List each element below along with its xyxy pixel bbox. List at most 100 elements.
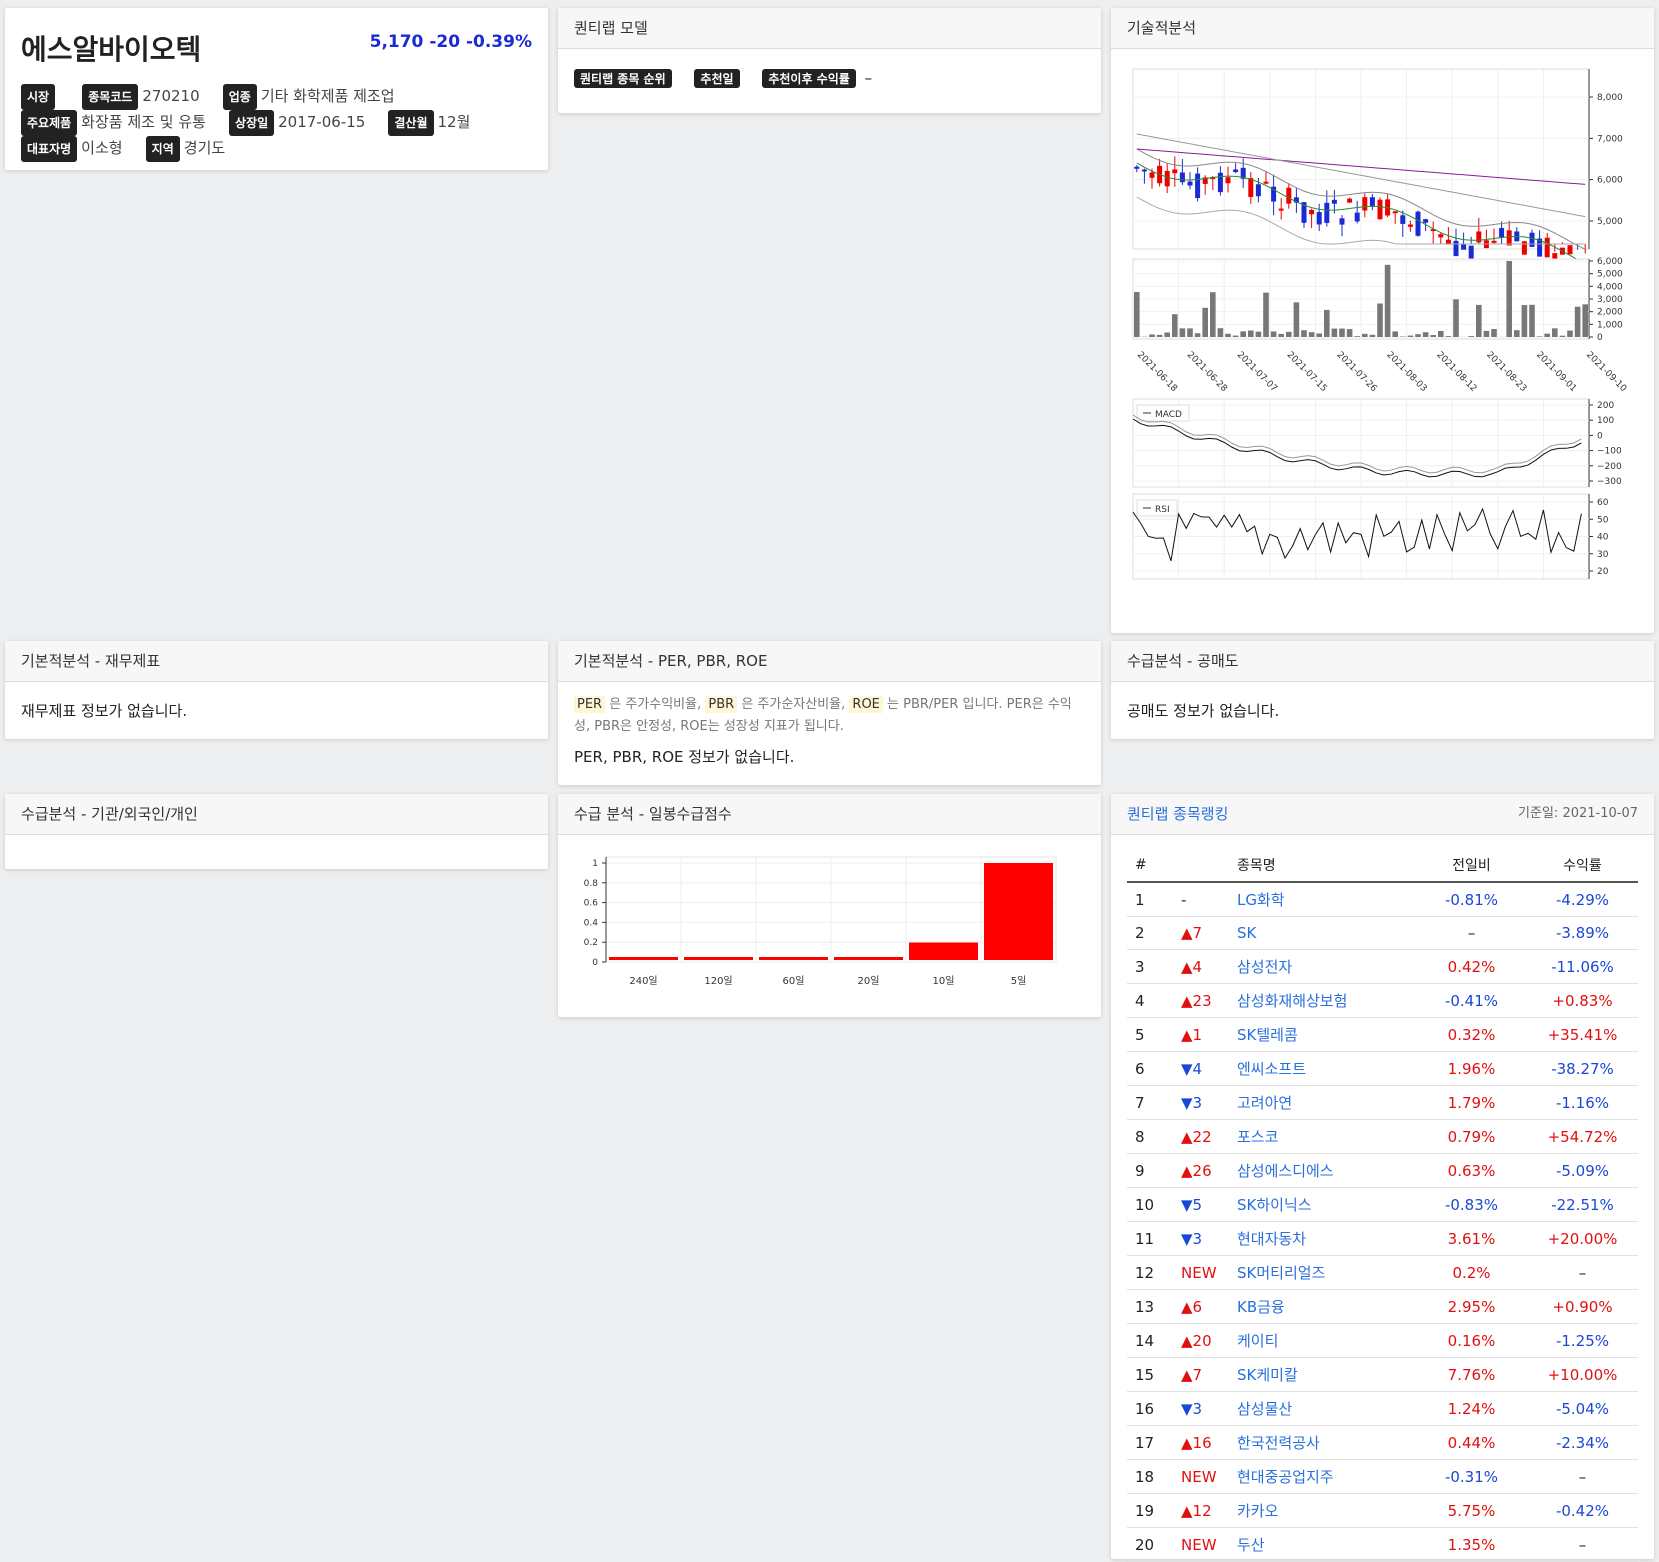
rank-change: NEW bbox=[1173, 1460, 1229, 1494]
table-row[interactable]: 4▲23삼성화재해상보험-0.41%+0.83% bbox=[1127, 984, 1638, 1018]
table-row[interactable]: 20NEW두산1.35%– bbox=[1127, 1528, 1638, 1562]
y-tick-label: 0.2 bbox=[584, 938, 598, 948]
listing-tag: 상장일 bbox=[229, 110, 274, 136]
date-tick-label: 2021-07-15 bbox=[1285, 350, 1329, 394]
x-tick-label: 20일 bbox=[858, 975, 880, 987]
rank-stock-name[interactable]: 포스코 bbox=[1229, 1120, 1416, 1154]
recommend-return-value: – bbox=[865, 69, 873, 87]
rank-stock-name[interactable]: SK bbox=[1229, 917, 1416, 950]
rank-no: 8 bbox=[1127, 1120, 1173, 1154]
table-row[interactable]: 17▲16한국전력공사0.44%-2.34% bbox=[1127, 1426, 1638, 1460]
table-row[interactable]: 18NEW현대중공업지주-0.31%– bbox=[1127, 1460, 1638, 1494]
svg-text:4,000: 4,000 bbox=[1597, 282, 1623, 292]
table-row[interactable]: 13▲6KB금융2.95%+0.90% bbox=[1127, 1290, 1638, 1324]
rank-stock-name[interactable]: SK머티리얼즈 bbox=[1229, 1256, 1416, 1290]
rank-stock-name[interactable]: SK하이닉스 bbox=[1229, 1188, 1416, 1222]
stock-price: 5,170 -20 -0.39% bbox=[370, 32, 532, 52]
financials-card: 기본적분석 - 재무제표 재무제표 정보가 없습니다. bbox=[5, 641, 548, 739]
rank-return: +0.83% bbox=[1527, 984, 1638, 1018]
rank-return: -11.06% bbox=[1527, 950, 1638, 984]
rank-return: – bbox=[1527, 1460, 1638, 1494]
rank-day-change: 2.95% bbox=[1416, 1290, 1527, 1324]
rank-stock-name[interactable]: 한국전력공사 bbox=[1229, 1426, 1416, 1460]
rank-stock-name[interactable]: 현대중공업지주 bbox=[1229, 1460, 1416, 1494]
table-row[interactable]: 8▲22포스코0.79%+54.72% bbox=[1127, 1120, 1638, 1154]
rank-stock-name[interactable]: KB금융 bbox=[1229, 1290, 1416, 1324]
table-row[interactable]: 1-LG화학-0.81%-4.29% bbox=[1127, 882, 1638, 917]
rank-return: -22.51% bbox=[1527, 1188, 1638, 1222]
rank-change: ▲7 bbox=[1173, 1358, 1229, 1392]
ranking-table: # 종목명 전일비 수익률 1-LG화학-0.81%-4.29%2▲7SK–-3… bbox=[1127, 849, 1638, 1562]
rank-change: ▼5 bbox=[1173, 1188, 1229, 1222]
industry-tag: 업종 bbox=[223, 84, 257, 110]
table-row[interactable]: 19▲12카카오5.75%-0.42% bbox=[1127, 1494, 1638, 1528]
rank-no: 10 bbox=[1127, 1188, 1173, 1222]
svg-text:200: 200 bbox=[1597, 401, 1614, 411]
rank-day-change: -0.83% bbox=[1416, 1188, 1527, 1222]
rank-return: -1.25% bbox=[1527, 1324, 1638, 1358]
table-row[interactable]: 16▼3삼성물산1.24%-5.04% bbox=[1127, 1392, 1638, 1426]
table-row[interactable]: 12NEWSK머티리얼즈0.2%– bbox=[1127, 1256, 1638, 1290]
svg-text:40: 40 bbox=[1597, 533, 1609, 543]
table-row[interactable]: 3▲4삼성전자0.42%-11.06% bbox=[1127, 950, 1638, 984]
ceo-tag: 대표자명 bbox=[21, 136, 77, 162]
table-row[interactable]: 10▼5SK하이닉스-0.83%-22.51% bbox=[1127, 1188, 1638, 1222]
svg-text:−200: −200 bbox=[1597, 462, 1622, 472]
rank-stock-name[interactable]: 삼성에스디에스 bbox=[1229, 1154, 1416, 1188]
table-row[interactable]: 2▲7SK–-3.89% bbox=[1127, 917, 1638, 950]
rank-stock-name[interactable]: 두산 bbox=[1229, 1528, 1416, 1562]
rank-stock-name[interactable]: 고려아연 bbox=[1229, 1086, 1416, 1120]
col-no: # bbox=[1127, 849, 1173, 882]
rank-change: ▼3 bbox=[1173, 1392, 1229, 1426]
ratios-desc: PER 은 주가수익비율, PBR 은 주가순자산비율, ROE 는 PBR/P… bbox=[574, 694, 1085, 738]
col-name: 종목명 bbox=[1229, 849, 1416, 882]
rank-day-change: -0.31% bbox=[1416, 1460, 1527, 1494]
col-ret: 수익률 bbox=[1527, 849, 1638, 882]
rank-stock-name[interactable]: 현대자동차 bbox=[1229, 1222, 1416, 1256]
svg-text:0: 0 bbox=[1597, 431, 1603, 441]
table-row[interactable]: 15▲7SK케미칼7.76%+10.00% bbox=[1127, 1358, 1638, 1392]
quant-rank-tag: 퀀티랩 종목 순위 bbox=[574, 69, 672, 88]
table-row[interactable]: 7▼3고려아연1.79%-1.16% bbox=[1127, 1086, 1638, 1120]
rank-return: -4.29% bbox=[1527, 882, 1638, 917]
svg-text:1,000: 1,000 bbox=[1597, 320, 1623, 330]
rank-return: -5.04% bbox=[1527, 1392, 1638, 1426]
rank-stock-name[interactable]: 삼성전자 bbox=[1229, 950, 1416, 984]
rank-stock-name[interactable]: SK텔레콤 bbox=[1229, 1018, 1416, 1052]
table-row[interactable]: 9▲26삼성에스디에스0.63%-5.09% bbox=[1127, 1154, 1638, 1188]
rank-stock-name[interactable]: LG화학 bbox=[1229, 882, 1416, 917]
rank-stock-name[interactable]: 카카오 bbox=[1229, 1494, 1416, 1528]
rank-return: -2.34% bbox=[1527, 1426, 1638, 1460]
rank-stock-name[interactable]: SK케미칼 bbox=[1229, 1358, 1416, 1392]
table-row[interactable]: 5▲1SK텔레콤0.32%+35.41% bbox=[1127, 1018, 1638, 1052]
rank-stock-name[interactable]: 삼성물산 bbox=[1229, 1392, 1416, 1426]
rank-stock-name[interactable]: 엔씨소프트 bbox=[1229, 1052, 1416, 1086]
rank-day-change: -0.81% bbox=[1416, 882, 1527, 917]
rank-change: NEW bbox=[1173, 1256, 1229, 1290]
price-change-pct: -0.39% bbox=[466, 32, 532, 52]
table-row[interactable]: 14▲20케이티0.16%-1.25% bbox=[1127, 1324, 1638, 1358]
region-tag: 지역 bbox=[146, 136, 180, 162]
svg-text:−100: −100 bbox=[1597, 447, 1622, 457]
rank-change: - bbox=[1173, 882, 1229, 917]
rank-no: 19 bbox=[1127, 1494, 1173, 1528]
rank-stock-name[interactable]: 삼성화재해상보험 bbox=[1229, 984, 1416, 1018]
rank-stock-name[interactable]: 케이티 bbox=[1229, 1324, 1416, 1358]
ranking-title[interactable]: 퀀티랩 종목랭킹 bbox=[1127, 805, 1228, 823]
rank-change: ▲7 bbox=[1173, 917, 1229, 950]
svg-text:60: 60 bbox=[1597, 498, 1609, 508]
table-row[interactable]: 6▼4엔씨소프트1.96%-38.27% bbox=[1127, 1052, 1638, 1086]
market-tag: 시장 bbox=[21, 84, 55, 110]
table-row[interactable]: 11▼3현대자동차3.61%+20.00% bbox=[1127, 1222, 1638, 1256]
code-tag: 종목코드 bbox=[82, 84, 138, 110]
rank-day-change: 1.24% bbox=[1416, 1392, 1527, 1426]
rank-change: ▲12 bbox=[1173, 1494, 1229, 1528]
technical-title: 기술적분석 bbox=[1111, 8, 1654, 49]
svg-text:6,000: 6,000 bbox=[1597, 176, 1623, 186]
rank-no: 13 bbox=[1127, 1290, 1173, 1324]
rank-no: 11 bbox=[1127, 1222, 1173, 1256]
rank-day-change: 3.61% bbox=[1416, 1222, 1527, 1256]
rank-return: -38.27% bbox=[1527, 1052, 1638, 1086]
rank-no: 1 bbox=[1127, 882, 1173, 917]
supply-score-card: 수급 분석 - 일봉수급점수 10.80.60.40.20240일120일60일… bbox=[558, 794, 1101, 1017]
